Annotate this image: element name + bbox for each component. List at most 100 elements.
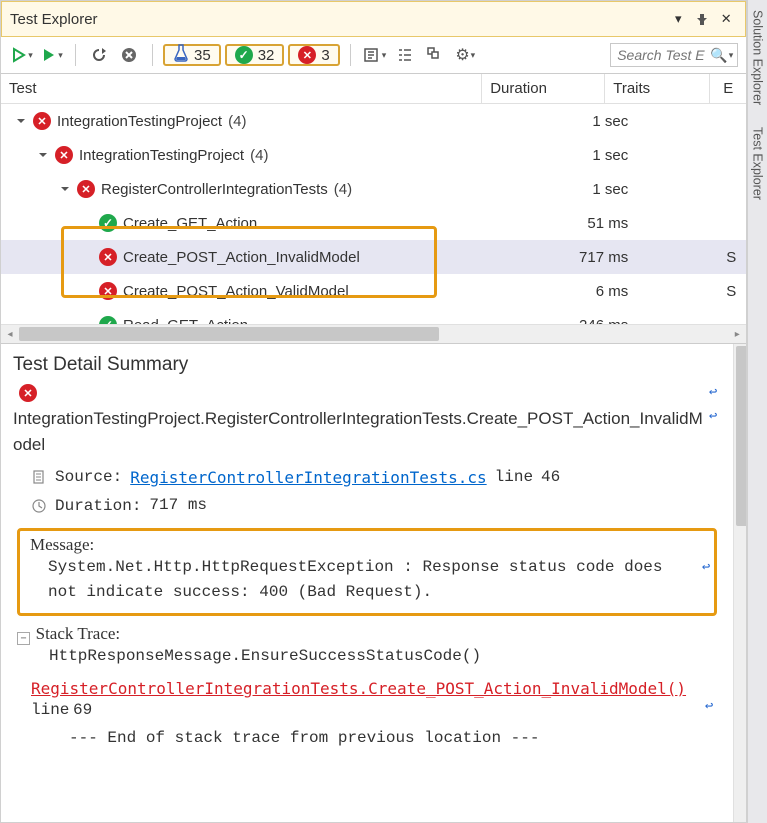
- duration-cell: 1 sec: [522, 181, 638, 198]
- expander-placeholder: [81, 217, 93, 229]
- playlist-button[interactable]: ▾: [361, 44, 389, 66]
- scroll-right-icon[interactable]: ▸: [730, 327, 744, 341]
- test-name: IntegrationTestingProject: [79, 147, 244, 164]
- expander-placeholder: [81, 251, 93, 263]
- stacktrace-line: HttpResponseMessage.EnsureSuccessStatusC…: [17, 644, 717, 669]
- close-icon[interactable]: ✕: [715, 8, 737, 30]
- duration-cell: 717 ms: [522, 249, 638, 266]
- pin-icon[interactable]: [691, 8, 713, 30]
- fail-icon: [77, 180, 95, 198]
- expander-icon[interactable]: [15, 115, 27, 127]
- dropdown-arrow-icon[interactable]: ▾: [729, 50, 734, 61]
- detail-duration-line: Duration: 717 ms: [13, 493, 721, 518]
- run-button[interactable]: ▾: [39, 44, 65, 66]
- tree-test-row[interactable]: Create_POST_Action_InvalidModel 717 ms S: [1, 240, 746, 274]
- toolbar-separator: [75, 44, 76, 66]
- column-header-test[interactable]: Test: [1, 74, 482, 103]
- source-file-link[interactable]: RegisterControllerIntegrationTests.cs: [130, 468, 486, 487]
- tree-test-row[interactable]: Read_GET_Action246 ms: [1, 308, 746, 324]
- word-wrap-icon: ↩: [709, 384, 717, 400]
- error-cell: S: [726, 283, 746, 300]
- fail-icon: [298, 46, 316, 64]
- dropdown-arrow-icon: ▾: [471, 50, 476, 61]
- test-name: IntegrationTestingProject: [57, 113, 222, 130]
- titlebar: Test Explorer ▾ ✕: [1, 1, 746, 37]
- detail-body: Test Detail Summary ↩ IntegrationTesting…: [1, 344, 733, 822]
- detail-source-line: Source: RegisterControllerIntegrationTes…: [13, 465, 721, 490]
- search-input[interactable]: [615, 46, 710, 64]
- run-all-button[interactable]: ▾: [9, 44, 35, 66]
- source-line-number: 46: [541, 465, 560, 490]
- clock-icon: [31, 498, 47, 514]
- word-wrap-icon: ↩: [705, 698, 713, 714]
- tree-test-row[interactable]: Create_POST_Action_ValidModel6 msS: [1, 274, 746, 308]
- document-icon: [31, 469, 47, 485]
- filter-total-pill[interactable]: 35: [163, 44, 221, 66]
- group-by-button[interactable]: [392, 44, 418, 66]
- duration-cell: 1 sec: [522, 147, 638, 164]
- test-explorer-window: Test Explorer ▾ ✕ ▾ ▾: [0, 0, 767, 823]
- source-line-label: line: [495, 465, 533, 490]
- duration-value: 717 ms: [149, 493, 207, 518]
- repeat-run-button[interactable]: [86, 44, 112, 66]
- stacktrace-method-text: RegisterControllerIntegrationTests.Creat…: [31, 679, 686, 698]
- tree-test-row[interactable]: Create_GET_Action 51 ms: [1, 206, 746, 240]
- toolbar-separator: [152, 44, 153, 66]
- duration-cell: 51 ms: [522, 215, 638, 232]
- search-box[interactable]: 🔍 ▾: [610, 43, 738, 67]
- scroll-left-icon[interactable]: ◂: [3, 327, 17, 341]
- word-wrap-icon: ↩: [709, 406, 717, 428]
- scrollbar-thumb[interactable]: [19, 327, 439, 341]
- search-icon[interactable]: 🔍: [710, 47, 727, 64]
- fail-icon: [99, 282, 117, 300]
- duration-cell: 1 sec: [522, 113, 638, 130]
- expander-icon[interactable]: [59, 183, 71, 195]
- error-cell: S: [726, 249, 746, 266]
- stacktrace-line-label: line: [31, 701, 69, 719]
- pass-icon: [99, 316, 117, 324]
- dropdown-arrow-icon: ▾: [28, 50, 33, 61]
- source-label: Source:: [55, 468, 122, 486]
- vertical-scrollbar[interactable]: [733, 344, 746, 822]
- dropdown-arrow-icon: ▾: [382, 50, 387, 61]
- test-count: (4): [228, 113, 246, 130]
- filter-failed-count: 3: [321, 47, 329, 64]
- cancel-run-button[interactable]: [116, 44, 142, 66]
- fail-icon: [99, 248, 117, 266]
- detail-status-fail-icon: [19, 384, 37, 402]
- flask-icon: [173, 44, 189, 66]
- filter-total-count: 35: [194, 47, 211, 64]
- test-name: Create_GET_Action: [123, 215, 257, 232]
- horizontal-scrollbar[interactable]: ◂ ▸: [1, 324, 746, 343]
- detail-fqname-text: IntegrationTestingProject.RegisterContro…: [13, 409, 703, 454]
- detail-panel: Test Detail Summary ↩ IntegrationTesting…: [1, 343, 746, 822]
- stacktrace-method-link[interactable]: RegisterControllerIntegrationTests.Creat…: [31, 679, 686, 698]
- view-button[interactable]: [422, 44, 448, 66]
- column-header-e[interactable]: E: [710, 74, 746, 103]
- side-tabs: Solution Explorer Test Explorer: [747, 0, 767, 823]
- filter-failed-pill[interactable]: 3: [288, 44, 339, 66]
- settings-button[interactable]: ⚙▾: [452, 44, 478, 66]
- tree-group-row[interactable]: RegisterControllerIntegrationTests (4)1 …: [1, 172, 746, 206]
- tree-group-row[interactable]: IntegrationTestingProject (4)1 sec: [1, 138, 746, 172]
- test-name: RegisterControllerIntegrationTests: [101, 181, 328, 198]
- stacktrace-line-number: 69: [73, 701, 92, 719]
- tree-group-row[interactable]: IntegrationTestingProject (4) 1 sec: [1, 104, 746, 138]
- scrollbar-thumb[interactable]: [736, 346, 746, 526]
- word-wrap-icon: ↩: [702, 559, 710, 575]
- toolbar: ▾ ▾ 35 32 3: [1, 37, 746, 74]
- test-name: Create_POST_Action_InvalidModel: [123, 249, 360, 266]
- filter-passed-count: 32: [258, 47, 275, 64]
- expander-icon[interactable]: [37, 149, 49, 161]
- fail-icon: [55, 146, 73, 164]
- side-tab-solution-explorer[interactable]: Solution Explorer: [749, 4, 767, 111]
- column-header-traits[interactable]: Traits: [605, 74, 710, 103]
- dropdown-arrow-icon: ▾: [58, 50, 63, 61]
- collapse-trace-button[interactable]: −: [17, 632, 30, 645]
- column-header-duration[interactable]: Duration: [482, 74, 605, 103]
- test-tree[interactable]: IntegrationTestingProject (4) 1 sec Integr…: [1, 104, 746, 324]
- test-tree-area: IntegrationTestingProject (4) 1 sec Integr…: [1, 104, 746, 324]
- filter-passed-pill[interactable]: 32: [225, 44, 285, 66]
- window-dropdown-icon[interactable]: ▾: [667, 8, 689, 30]
- side-tab-test-explorer[interactable]: Test Explorer: [749, 121, 767, 206]
